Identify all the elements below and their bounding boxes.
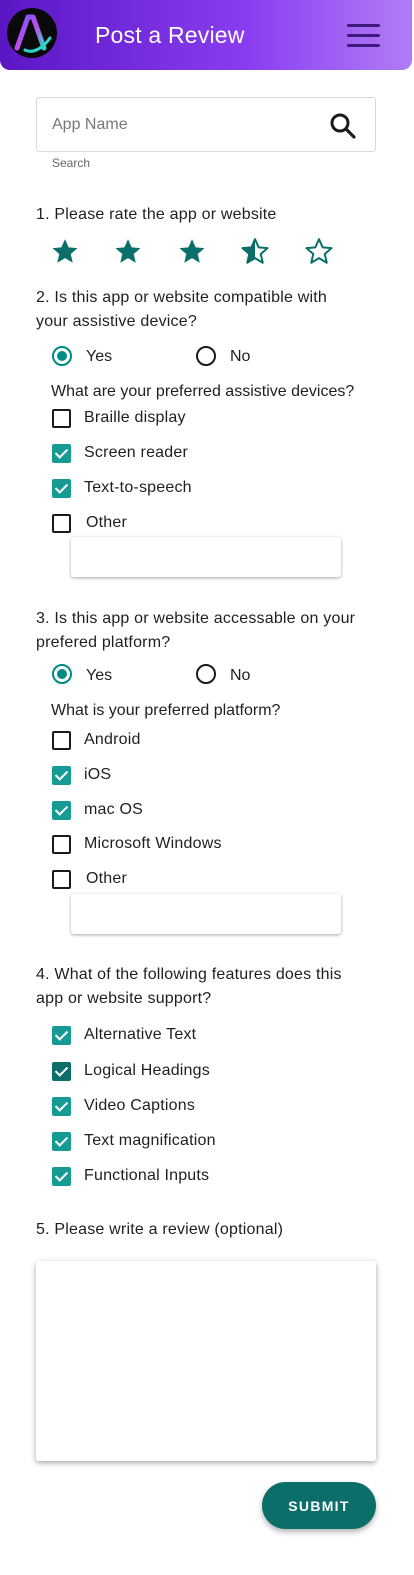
checkbox-label: Text-to-speech [84,479,192,496]
checkbox-text-to-speech[interactable] [52,479,71,498]
q2-no-radio[interactable] [196,346,216,366]
checkbox-other-device[interactable] [52,514,71,533]
checkbox-label: Screen reader [84,444,188,461]
checkbox-label: iOS [84,766,112,783]
app-header: Post a Review [0,0,412,70]
search-field [36,97,376,152]
checkbox-label: Video Captions [84,1097,196,1114]
checkbox-label: Logical Headings [84,1062,210,1079]
q2-question-line1: 2. Is this app or website compatible wit… [36,289,328,306]
q3-question-line1: 3. Is this app or website accessable on … [36,610,356,627]
q2-question-line2: your assistive device? [36,313,197,330]
q5-question: 5. Please write a review (optional) [36,1221,284,1238]
q3-sub-question: What is your preferred platform? [51,702,281,719]
submit-button[interactable]: SUBMIT [262,1482,376,1529]
checkbox-text-magnification[interactable] [52,1132,71,1151]
q2-yes-label: Yes [86,348,113,365]
checkbox-functional-inputs[interactable] [52,1167,71,1186]
search-input[interactable] [52,114,322,136]
review-textarea[interactable] [36,1261,376,1461]
page-title: Post a Review [95,22,245,48]
checkbox-label: mac OS [84,801,143,818]
q2-no-label: No [230,348,251,365]
q2-sub-question: What are your preferred assistive device… [51,383,355,400]
checkbox-label: Alternative Text [84,1026,197,1043]
checkbox-label: Functional Inputs [84,1167,210,1184]
q3-yes-label: Yes [86,667,113,684]
checkbox-alternative-text[interactable] [52,1026,71,1045]
q4-question-line1: 4. What of the following features does t… [36,966,342,983]
checkbox-android[interactable] [52,731,71,750]
checkbox-video-captions[interactable] [52,1097,71,1116]
checkbox-microsoft-windows[interactable] [52,835,71,854]
search-icon[interactable] [328,111,358,141]
q3-question-line2: prefered platform? [36,634,171,651]
other-device-input[interactable] [71,537,341,577]
checkbox-other-platform[interactable] [52,870,71,889]
q3-no-label: No [230,667,251,684]
checkbox-label: Other [86,514,128,531]
checkbox-label: Microsoft Windows [84,835,222,852]
checkbox-braille-display[interactable] [52,409,71,428]
app-logo[interactable] [7,8,57,58]
search-helper-text: Search [52,156,91,170]
checkbox-screen-reader[interactable] [52,444,71,463]
empty-star-icon-5[interactable] [304,236,334,266]
star-icon-1[interactable] [50,236,80,266]
q3-question: 3. Is this app or website accessable on … [36,607,355,655]
checkbox-label: Android [84,731,141,748]
q4-question-line2: app or website support? [36,990,212,1007]
rating-question: 1. Please rate the app or website [36,206,277,223]
checkbox-label: Other [86,870,128,887]
checkbox-mac-os[interactable] [52,801,71,820]
q3-yes-radio[interactable] [52,664,72,684]
q2-question: 2. Is this app or website compatible wit… [36,286,327,334]
other-platform-input[interactable] [71,894,341,934]
star-icon-3[interactable] [177,236,207,266]
checkbox-label: Braille display [84,409,186,426]
checkbox-logical-headings[interactable] [52,1062,71,1081]
q4-question: 4. What of the following features does t… [36,963,342,1011]
checkbox-label: Text magnification [84,1132,216,1149]
hamburger-menu-icon[interactable] [344,22,382,50]
q2-yes-radio[interactable] [52,346,72,366]
star-icon-2[interactable] [113,236,143,266]
checkbox-ios[interactable] [52,766,71,785]
q3-no-radio[interactable] [196,664,216,684]
half-star-icon-4[interactable] [240,236,270,266]
